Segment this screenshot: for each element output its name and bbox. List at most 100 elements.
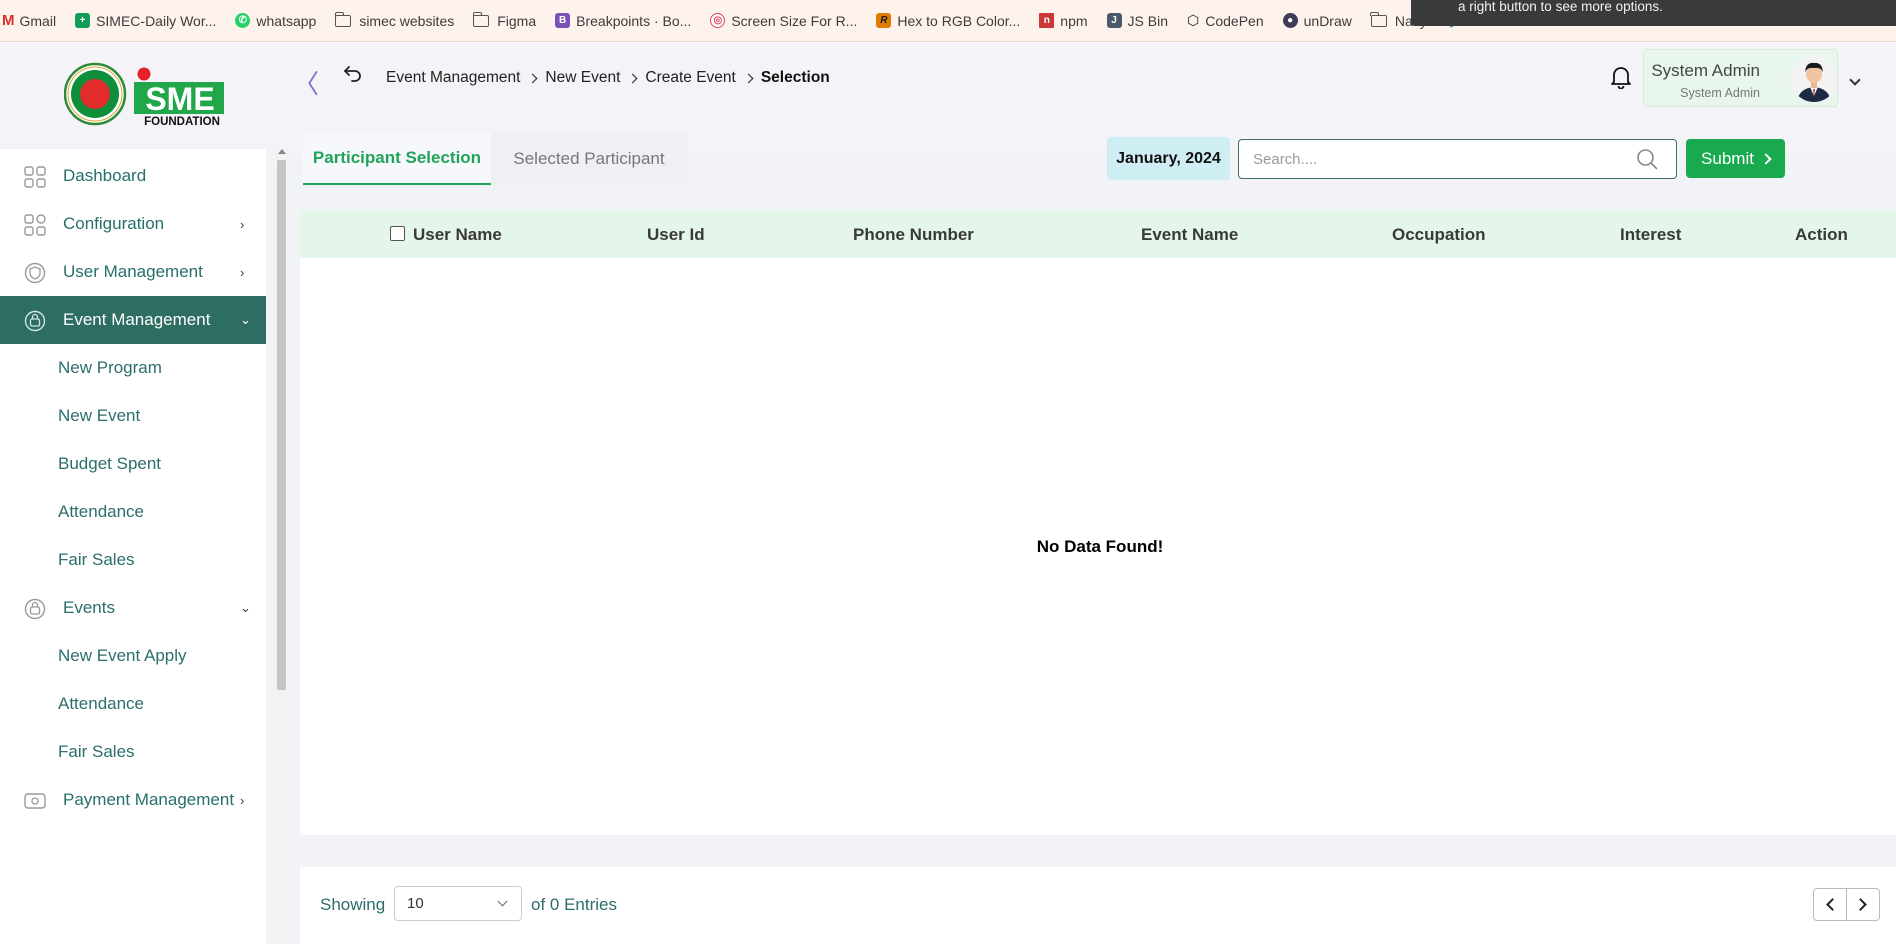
chevron-right-icon: › xyxy=(240,264,245,280)
sidebar-item-configuration[interactable]: Configuration › xyxy=(0,200,266,248)
bookmark-screen-size[interactable]: ◎ Screen Size For R... xyxy=(710,0,858,41)
sidebar-sub-new-event-apply[interactable]: New Event Apply xyxy=(0,632,266,680)
breadcrumb-create-event[interactable]: Create Event xyxy=(645,69,735,87)
bookmark-gmail[interactable]: M Gmail xyxy=(2,0,57,41)
pagination xyxy=(1813,888,1880,921)
bookmark-codepen[interactable]: ⬡ CodePen xyxy=(1187,0,1264,41)
sidebar-sub-new-event[interactable]: New Event xyxy=(0,392,266,440)
sidebar-sub-events-fair-sales[interactable]: Fair Sales xyxy=(0,728,266,776)
next-page-button[interactable] xyxy=(1847,889,1880,920)
chevron-right-icon xyxy=(627,73,638,83)
sidebar-item-payment-management[interactable]: Payment Management › xyxy=(0,776,266,824)
sidebar-sub-events-attendance[interactable]: Attendance xyxy=(0,680,266,728)
chevron-right-icon: › xyxy=(240,792,245,808)
column-user-name[interactable]: User Name xyxy=(413,225,502,245)
toast-text: a right button to see more options. xyxy=(1458,0,1663,14)
bookmark-jsbin[interactable]: J JS Bin xyxy=(1106,0,1168,41)
scroll-up-icon[interactable] xyxy=(278,149,286,154)
bookmark-label: simec websites xyxy=(359,12,455,29)
bookmark-label: SIMEC-Daily Wor... xyxy=(96,12,217,29)
sidebar-item-dashboard[interactable]: Dashboard xyxy=(0,152,266,200)
table-header: User Name User Id Phone Number Event Nam… xyxy=(300,210,1896,258)
chevron-right-icon xyxy=(1854,898,1867,911)
empty-state: No Data Found! xyxy=(1036,537,1164,556)
user-menu[interactable]: System Admin System Admin xyxy=(1643,49,1861,107)
bookmark-label: Screen Size For R... xyxy=(731,12,858,29)
per-page-select[interactable]: 10 xyxy=(394,886,522,921)
sidebar-item-label: Dashboard xyxy=(63,166,147,185)
sidebar-scroll-thumb[interactable] xyxy=(277,160,286,690)
sidebar-sub-attendance[interactable]: Attendance xyxy=(0,488,266,536)
svg-text:FOUNDATION: FOUNDATION xyxy=(144,116,220,126)
codepen-icon: ⬡ xyxy=(1187,12,1200,28)
sidebar-sub-fair-sales[interactable]: Fair Sales xyxy=(0,536,266,584)
sidebar-item-label: Payment Management xyxy=(63,790,235,809)
bookmark-simec-daily[interactable]: + SIMEC-Daily Wor... xyxy=(75,0,217,41)
sidebar-item-user-management[interactable]: User Management › xyxy=(0,248,266,296)
submit-button[interactable]: Submit xyxy=(1686,139,1785,178)
sidebar-sub-new-program[interactable]: New Program xyxy=(0,344,266,392)
sidebar-sub-label: Fair Sales xyxy=(58,550,135,569)
sidebar-sub-label: Attendance xyxy=(58,694,145,713)
breadcrumb-new-event[interactable]: New Event xyxy=(545,69,620,87)
date-filter[interactable]: January, 2024 xyxy=(1107,137,1230,180)
search-input[interactable] xyxy=(1253,149,1623,169)
breadcrumb-event-management[interactable]: Event Management xyxy=(386,69,520,87)
bookmark-npm[interactable]: n npm xyxy=(1039,0,1088,41)
breadcrumb: Event Management New Event Create Event … xyxy=(386,69,830,87)
column-event-name[interactable]: Event Name xyxy=(1141,225,1238,245)
bookmark-whatsapp[interactable]: ✆ whatsapp xyxy=(235,0,316,41)
search-icon[interactable] xyxy=(1636,148,1658,170)
tooltip-toast: a right button to see more options. xyxy=(1411,0,1896,26)
folder-icon xyxy=(472,11,490,27)
bookmark-label: Gmail xyxy=(19,12,57,29)
chevron-right-icon xyxy=(527,73,538,83)
dashboard-icon xyxy=(24,166,46,188)
bookmark-simec-websites[interactable]: simec websites xyxy=(334,0,455,41)
tab-participant-selection[interactable]: Participant Selection xyxy=(303,133,491,185)
chevron-down-icon xyxy=(1849,74,1861,86)
back-icon[interactable] xyxy=(343,64,363,87)
user-role: System Admin xyxy=(1680,86,1760,100)
payment-icon xyxy=(24,793,46,809)
sidebar-item-label: Events xyxy=(63,598,115,617)
sidebar-item-label: User Management xyxy=(63,262,203,281)
whatsapp-icon: ✆ xyxy=(235,13,251,28)
bootstrap-icon: B xyxy=(555,13,571,28)
bookmark-label: Hex to RGB Color... xyxy=(897,12,1021,29)
tab-selected-participant[interactable]: Selected Participant xyxy=(491,133,687,185)
bell-icon[interactable] xyxy=(1610,65,1632,94)
sidebar-collapse-icon[interactable]: 〈 xyxy=(293,64,319,101)
bookmark-hex-rgb[interactable]: R Hex to RGB Color... xyxy=(876,0,1021,41)
column-interest[interactable]: Interest xyxy=(1620,225,1681,245)
bookmark-figma[interactable]: Figma xyxy=(472,0,536,41)
prev-page-button[interactable] xyxy=(1814,889,1847,920)
bookmark-label: unDraw xyxy=(1303,12,1352,29)
chevron-right-icon xyxy=(1760,152,1772,165)
folder-icon xyxy=(1370,11,1387,27)
search-box xyxy=(1238,139,1677,179)
folder-icon xyxy=(334,11,352,27)
sidebar-item-event-management[interactable]: Event Management ⌄ xyxy=(0,296,266,344)
sidebar-sub-label: New Program xyxy=(58,358,162,377)
column-occupation[interactable]: Occupation xyxy=(1392,225,1486,245)
jsbin-icon: J xyxy=(1106,13,1122,28)
bookmark-label: Breakpoints · Bo... xyxy=(576,12,692,29)
config-icon xyxy=(24,214,46,236)
chevron-down-icon: ⌄ xyxy=(240,600,251,615)
select-all-checkbox[interactable] xyxy=(390,226,405,241)
participant-table: User Name User Id Phone Number Event Nam… xyxy=(300,210,1896,835)
column-user-id[interactable]: User Id xyxy=(647,225,705,245)
bookmark-undraw[interactable]: ● unDraw xyxy=(1282,0,1352,41)
bookmark-breakpoints[interactable]: B Breakpoints · Bo... xyxy=(555,0,692,41)
r-icon: R xyxy=(876,13,892,28)
sidebar-sub-label: New Event Apply xyxy=(58,646,187,665)
sidebar-sub-budget-spent[interactable]: Budget Spent xyxy=(0,440,266,488)
web-icon: ◎ xyxy=(710,13,726,28)
column-phone-number[interactable]: Phone Number xyxy=(853,225,974,245)
app-header: SME FOUNDATION 〈 Event Management New Ev… xyxy=(0,42,1896,154)
chevron-right-icon xyxy=(743,73,754,83)
bookmark-label: CodePen xyxy=(1205,12,1264,29)
chevron-left-icon xyxy=(1826,898,1839,911)
sidebar-item-events[interactable]: Events ⌄ xyxy=(0,584,266,632)
